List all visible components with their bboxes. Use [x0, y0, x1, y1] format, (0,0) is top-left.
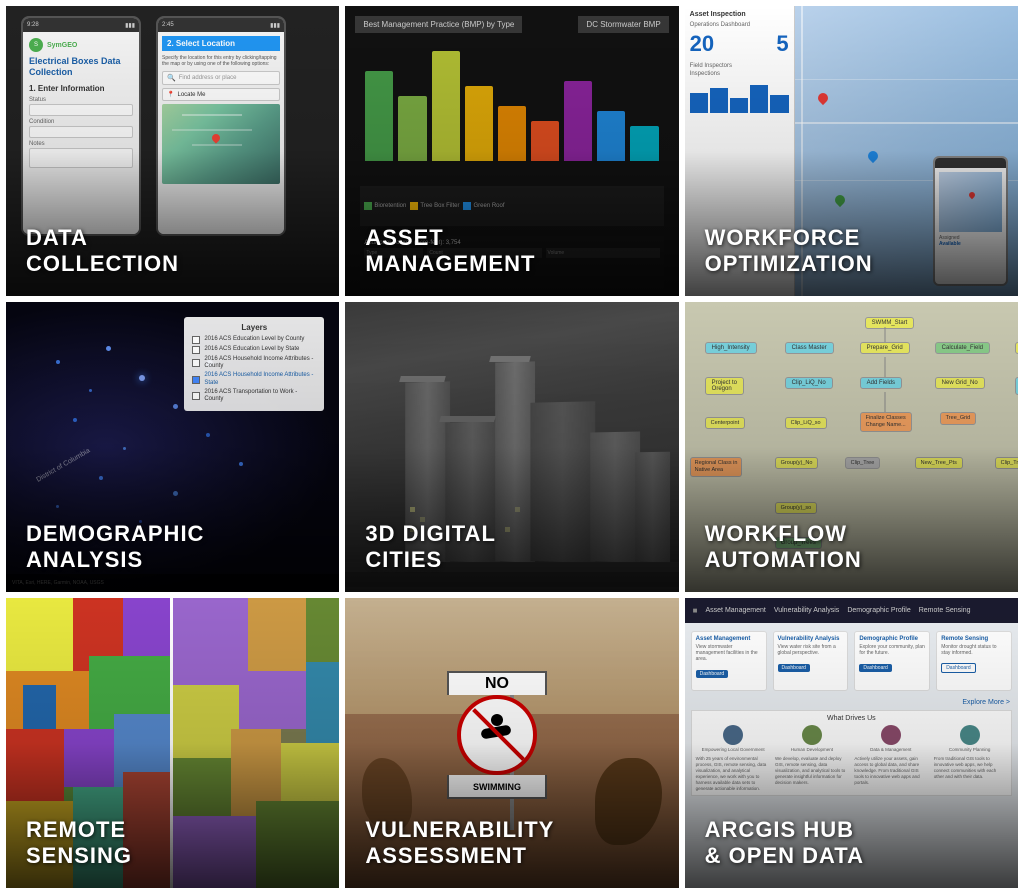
demographic-analysis-tile[interactable]: District of Columbia Layers 2016 ACS Edu… — [6, 302, 339, 592]
tile-label: WORKFLOW AUTOMATION — [705, 521, 998, 572]
tile-label: REMOTE SENSING — [26, 817, 319, 868]
tile-label: ASSET MANAGEMENT — [365, 225, 658, 276]
tile-label: WORKFORCE OPTIMIZATION — [705, 225, 998, 276]
workflow-automation-tile[interactable]: SWMM_Start High_Intensity Class Master P… — [685, 302, 1018, 592]
arcgis-hub-tile[interactable]: ■ Asset Management Vulnerability Analysi… — [685, 598, 1018, 888]
vulnerability-assessment-tile[interactable]: NO SWIMMING VULNERABILITY — [345, 598, 678, 888]
tile-label: DATA COLLECTION — [26, 225, 319, 276]
asset-management-tile[interactable]: Best Management Practice (BMP) by Type D… — [345, 6, 678, 296]
tile-label: DEMOGRAPHIC ANALYSIS — [26, 521, 319, 572]
data-collection-tile[interactable]: 9:28 ▮▮▮ S SymGEO Electrical Boxes Data … — [6, 6, 339, 296]
tile-label: 3D DIGITAL CITIES — [365, 521, 658, 572]
tile-label: ARCGIS HUB & OPEN DATA — [705, 817, 998, 868]
3d-digital-cities-tile[interactable]: 3D DIGITAL CITIES — [345, 302, 678, 592]
main-grid: 9:28 ▮▮▮ S SymGEO Electrical Boxes Data … — [0, 0, 1024, 894]
remote-sensing-tile[interactable]: REMOTE SENSING — [6, 598, 339, 888]
tile-label: VULNERABILITY ASSESSMENT — [365, 817, 658, 868]
workforce-optimization-tile[interactable]: Asset Inspection Operations Dashboard 20… — [685, 6, 1018, 296]
